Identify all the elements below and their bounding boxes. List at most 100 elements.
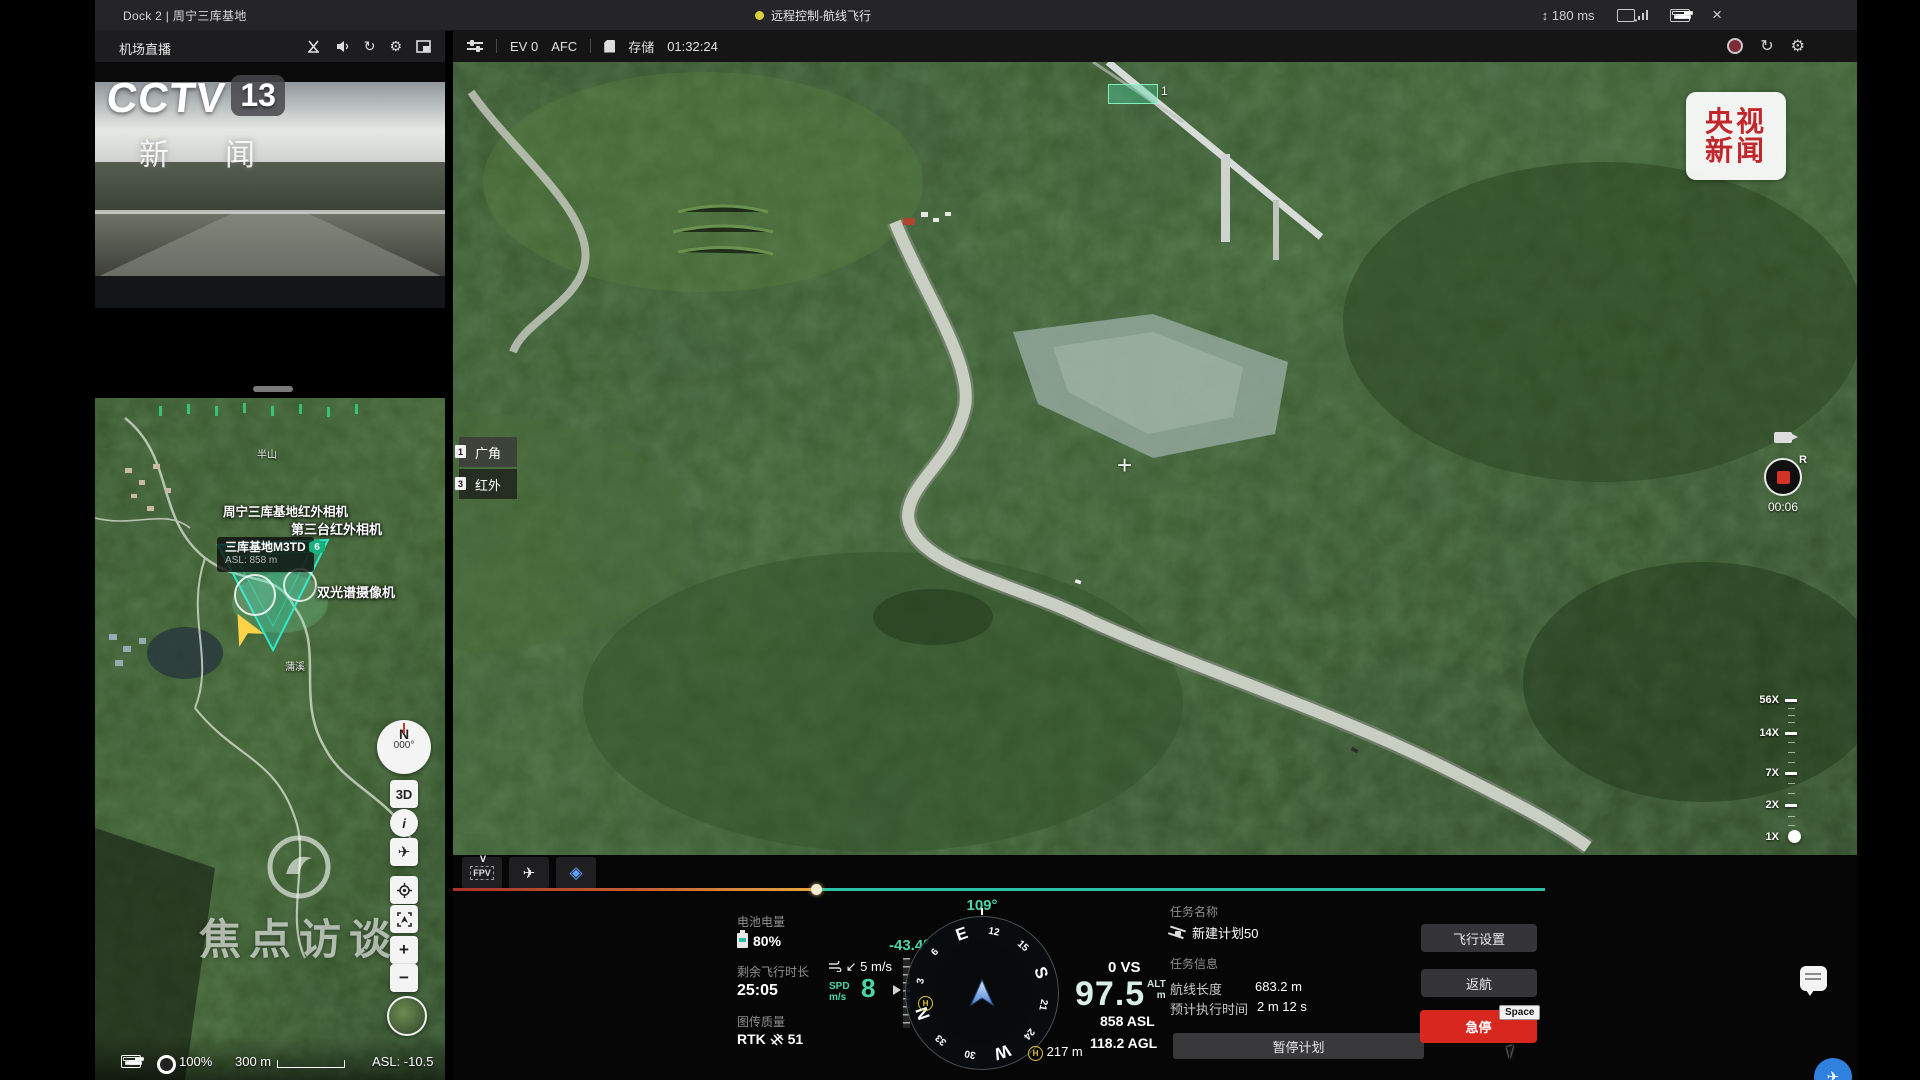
- telemetry-bar: FPV V ✈ ◈ 电池电量 80% 剩余飞行时长 25:05 图传质量 RTK: [453, 855, 1857, 1080]
- duration-label: 预计执行时间: [1170, 999, 1248, 1018]
- map-marker-label[interactable]: 双光谱摄像机: [317, 582, 395, 601]
- map-marker-label[interactable]: 周宁三库基地红外相机: [223, 501, 348, 520]
- map-zoom-percent: 100%: [179, 1054, 212, 1069]
- updown-arrows-icon: ↕: [1542, 8, 1549, 23]
- compass-needle: [403, 723, 405, 733]
- map-locate-button[interactable]: [390, 876, 418, 904]
- speed-value: 8: [861, 973, 875, 1004]
- pause-plan-button[interactable]: 暂停计划: [1173, 1033, 1424, 1059]
- live-panel-header: 机场直播 ↻ ⚙: [95, 30, 445, 62]
- map-compass[interactable]: N 000°: [377, 720, 431, 774]
- refresh-icon[interactable]: ↻: [1760, 36, 1773, 56]
- altitude-value: 97.5: [1075, 975, 1145, 1014]
- heading-tick: [981, 908, 983, 915]
- badge-line1: 央视: [1705, 107, 1767, 136]
- dock-antenna-icon[interactable]: [306, 39, 321, 54]
- flight-settings-button[interactable]: 飞行设置: [1421, 924, 1537, 952]
- record-group: R 00:06: [1753, 430, 1813, 514]
- flight-status: 远程控制-航线飞行: [755, 7, 871, 24]
- zoom-scale[interactable]: 56X 14X 7X 2X 1X: [1741, 694, 1805, 850]
- cctv-news-badge: 央视 新闻: [1686, 92, 1786, 180]
- chat-button[interactable]: [1800, 966, 1827, 991]
- map-layers-button[interactable]: [387, 996, 427, 1036]
- guardrail: [95, 210, 445, 214]
- zoom-level[interactable]: 14X: [1759, 727, 1779, 739]
- status-dot-icon: [755, 11, 764, 20]
- mini-map[interactable]: 周宁三库基地红外相机 第三台红外相机 三库基地M3TD ASL: 858 m 6…: [95, 398, 445, 1080]
- wide-label: 广角: [475, 443, 501, 462]
- map-aircraft-button[interactable]: ✈: [390, 838, 418, 866]
- stop-square-icon: [1777, 471, 1790, 484]
- map-base-card[interactable]: 三库基地M3TD ASL: 858 m: [217, 537, 314, 572]
- record-elapsed: 00:06: [1753, 500, 1813, 514]
- task-name-label: 任务名称: [1170, 903, 1218, 920]
- dock-live-video[interactable]: CCTV13 新闻: [95, 62, 445, 308]
- progress-done: [453, 888, 817, 891]
- close-icon[interactable]: ×: [1712, 5, 1722, 25]
- drone-camera-view[interactable]: 1 央视 新闻 1 广角 3 红外 + R 00:06 56X: [453, 62, 1857, 855]
- map-marker-label[interactable]: 第三台红外相机: [291, 519, 382, 538]
- latency-value: 180 ms: [1552, 8, 1595, 23]
- drone-icon: [1170, 928, 1186, 938]
- wide-hotkey: 1: [455, 445, 466, 458]
- zoom-current-dot[interactable]: [1788, 830, 1801, 843]
- zoom-level[interactable]: 2X: [1766, 799, 1779, 811]
- ir-label: 红外: [475, 475, 501, 494]
- ir-hotkey: 3: [455, 477, 466, 490]
- battery-icon: [737, 933, 748, 948]
- gear-icon[interactable]: ⚙: [389, 38, 402, 54]
- space-hotkey-badge: Space: [1499, 1005, 1540, 1020]
- ev-value[interactable]: EV 0: [510, 39, 538, 54]
- aerial-scene: [453, 62, 1857, 855]
- route-start-number: 1: [1161, 84, 1168, 98]
- map-info-button[interactable]: i: [390, 809, 418, 837]
- wind-arrow-icon: ↙: [846, 959, 857, 974]
- record-stop-button[interactable]: R: [1764, 458, 1802, 496]
- focus-mode[interactable]: AFC: [551, 39, 577, 54]
- agl-readout: 118.2 AGL: [1090, 1035, 1157, 1051]
- program-watermark: 焦点访谈: [199, 834, 399, 967]
- map-zoom-out-button[interactable]: −: [390, 964, 418, 992]
- map-frame-aircraft-button[interactable]: [390, 905, 418, 933]
- plane-icon: ✈: [1827, 1068, 1840, 1080]
- mission-progress-bar: [453, 888, 1545, 891]
- map-3d-toggle-button[interactable]: 3D: [390, 780, 418, 808]
- fpv-view-button[interactable]: FPV V: [462, 857, 502, 889]
- follow-mode-icon[interactable]: [157, 1055, 176, 1074]
- top-bar: Dock 2 | 周宁三库基地 远程控制-航线飞行 ↕ 180 ms ×: [95, 0, 1857, 31]
- ir-lens-button[interactable]: 3 红外: [459, 469, 517, 499]
- map-place-label: 半山: [257, 446, 277, 461]
- refresh-icon[interactable]: ↻: [364, 38, 376, 54]
- map-zoom-in-button[interactable]: +: [390, 936, 418, 964]
- return-home-button[interactable]: 返航: [1421, 969, 1537, 997]
- map-asl-readout: ASL: -10.5: [372, 1054, 433, 1069]
- video-camera-icon[interactable]: [1774, 432, 1792, 443]
- locate-icon: [397, 883, 412, 898]
- dock-title: Dock 2 | 周宁三库基地: [123, 7, 247, 24]
- map-view-button[interactable]: ✈: [509, 857, 549, 889]
- signal-bars-icon: [1638, 10, 1649, 20]
- wind-readout: ↙ 5 m/s: [828, 959, 892, 975]
- record-indicator-icon[interactable]: [1727, 38, 1743, 54]
- home-direction-badge: H: [918, 996, 933, 1011]
- camera-adjust-icon[interactable]: [467, 39, 483, 53]
- speaker-icon[interactable]: [335, 39, 350, 54]
- zoom-level[interactable]: 1X: [1766, 831, 1779, 843]
- map-status-bar: 100% 300 m ASL: -10.5: [95, 1052, 445, 1074]
- pip-window-icon[interactable]: [416, 39, 431, 54]
- stream-quality-button[interactable]: [1617, 9, 1649, 22]
- wide-lens-button[interactable]: 1 广角: [459, 437, 517, 467]
- gear-icon[interactable]: ⚙: [1791, 36, 1805, 56]
- asl-readout: 858 ASL: [1100, 1013, 1155, 1029]
- cctv-caption: 新闻: [139, 130, 311, 174]
- panel-resize-handle[interactable]: [253, 386, 293, 392]
- map-place-label: 蒲溪: [285, 658, 305, 673]
- zoom-level[interactable]: 56X: [1759, 694, 1779, 706]
- zoom-level[interactable]: 7X: [1766, 767, 1779, 779]
- waypoint-view-button[interactable]: ◈: [556, 857, 596, 889]
- progress-marker: [811, 884, 822, 895]
- keyboard-icon[interactable]: [121, 1055, 141, 1068]
- keyboard-shortcuts-button[interactable]: [1670, 9, 1690, 22]
- speed-unit-block: SPDm/s: [829, 981, 850, 1003]
- home-distance: H 217 m: [1028, 1044, 1083, 1061]
